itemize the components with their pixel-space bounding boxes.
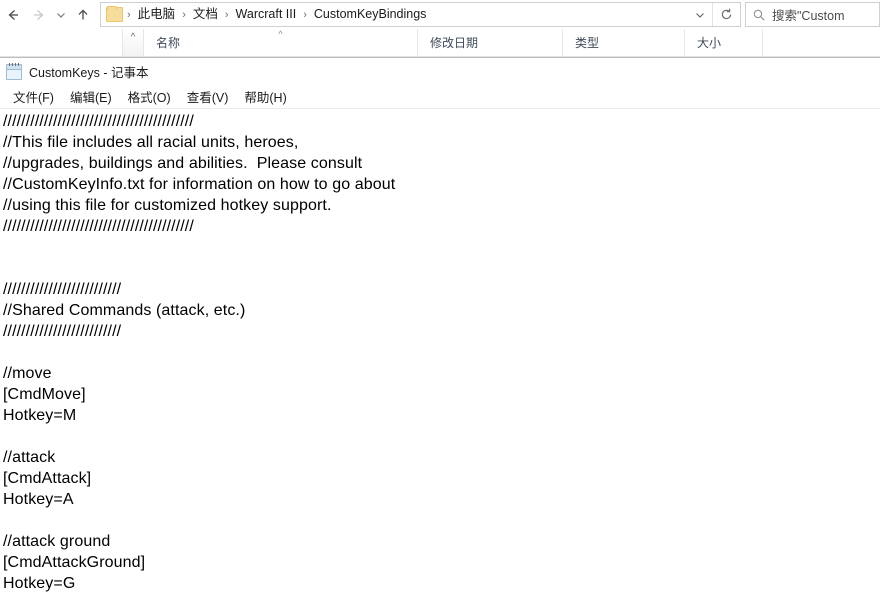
notepad-text-area[interactable]: ////////////////////////// //////////////… [0, 110, 880, 596]
menu-item-file[interactable]: 文件(F) [5, 85, 62, 108]
breadcrumb-separator: › [182, 8, 186, 21]
breadcrumb-item-documents[interactable]: 文档 [190, 4, 221, 25]
text-line: //attack ground [3, 533, 111, 550]
text-line: ////////////////////////// [3, 323, 122, 340]
menu-item-edit[interactable]: 编辑(E) [62, 85, 120, 108]
chevron-up-icon: ^ [130, 32, 136, 43]
text-line: //CustomKeyInfo.txt for information on h… [3, 176, 396, 193]
text-line: //move [3, 365, 52, 382]
menu-item-format[interactable]: 格式(O) [120, 85, 179, 108]
notepad-title-bar[interactable]: CustomKeys - 记事本 [0, 58, 880, 85]
back-arrow-icon[interactable] [0, 2, 26, 28]
breadcrumb-separator: › [303, 8, 307, 21]
breadcrumb-item-this-pc[interactable]: 此电脑 [135, 4, 179, 25]
text-line [3, 258, 880, 279]
notepad-icon [6, 62, 22, 80]
menu-item-view[interactable]: 查看(V) [179, 85, 237, 108]
text-line: ////////////////////////////////////////… [3, 218, 194, 235]
text-line: [CmdAttack] [3, 470, 92, 487]
column-header-name-label: 名称 [156, 36, 181, 50]
text-line: //upgrades, buildings and abilities. Ple… [3, 155, 363, 172]
column-header-date-modified[interactable]: 修改日期 [418, 29, 563, 56]
folder-icon [106, 6, 123, 22]
column-header-type-label: 类型 [575, 36, 600, 50]
breadcrumb-item-warcraft-iii[interactable]: Warcraft III [233, 4, 300, 25]
up-arrow-icon[interactable] [70, 2, 96, 28]
breadcrumb-separator: › [224, 8, 229, 21]
column-header-size[interactable]: 大小 [685, 29, 763, 56]
breadcrumb: › 此电脑 › 文档 › Warcraft III › CustomKeyBin… [123, 4, 688, 25]
text-line: Hotkey=M [3, 407, 77, 424]
file-explorer-window: › 此电脑 › 文档 › Warcraft III › CustomKeyBin… [0, 0, 880, 62]
text-line [3, 237, 880, 258]
text-line [3, 426, 880, 447]
explorer-address-bar: › 此电脑 › 文档 › Warcraft III › CustomKeyBin… [0, 0, 880, 29]
text-line: //using this file for customized hotkey … [3, 197, 332, 214]
text-line: Hotkey=A [3, 491, 74, 508]
recent-locations-chevron-down-icon[interactable] [52, 2, 70, 28]
text-line: //attack [3, 449, 56, 466]
text-line [3, 342, 880, 363]
notepad-window-title: CustomKeys - 记事本 [29, 66, 149, 80]
notepad-window: CustomKeys - 记事本 文件(F) 编辑(E) 格式(O) 查看(V)… [0, 57, 880, 596]
address-bar-controls [688, 3, 740, 26]
text-line: ////////////////////////// [3, 281, 122, 298]
text-line: ////////////////////////////////////////… [3, 113, 194, 130]
text-line: [CmdAttackGround] [3, 554, 146, 571]
breadcrumb-item-customkeybindings[interactable]: CustomKeyBindings [311, 4, 430, 25]
address-dropdown-chevron-down-icon[interactable] [688, 3, 712, 26]
search-input-text[interactable]: 搜索"Custom [772, 5, 845, 24]
column-header-type[interactable]: 类型 [563, 29, 685, 56]
search-icon [746, 8, 772, 22]
text-line: //This file includes all racial units, h… [3, 134, 299, 151]
menu-item-help[interactable]: 帮助(H) [236, 85, 294, 108]
column-header-date-label: 修改日期 [430, 36, 479, 50]
forward-arrow-icon [26, 2, 52, 28]
sort-ascending-caret-icon: ^ [278, 29, 283, 39]
text-line: [CmdMove] [3, 386, 86, 403]
refresh-icon[interactable] [712, 3, 740, 26]
column-header-name[interactable]: ^ 名称 [144, 29, 418, 56]
screen: › 此电脑 › 文档 › Warcraft III › CustomKeyBin… [0, 0, 880, 596]
breadcrumb-separator: › [127, 8, 131, 21]
address-bar-field[interactable]: › 此电脑 › 文档 › Warcraft III › CustomKeyBin… [100, 2, 741, 27]
text-line: Hotkey=G [3, 575, 76, 592]
column-header-filler [763, 29, 880, 56]
search-box[interactable]: 搜索"Custom [745, 2, 880, 27]
notepad-menu-bar: 文件(F) 编辑(E) 格式(O) 查看(V) 帮助(H) [0, 85, 880, 109]
text-line [3, 510, 880, 531]
text-line: //Shared Commands (attack, etc.) [3, 302, 246, 319]
column-header-size-label: 大小 [697, 36, 722, 50]
column-sort-toggle-button[interactable]: ^ [122, 29, 144, 56]
column-header-row: ^ ^ 名称 修改日期 类型 大小 [0, 29, 880, 57]
